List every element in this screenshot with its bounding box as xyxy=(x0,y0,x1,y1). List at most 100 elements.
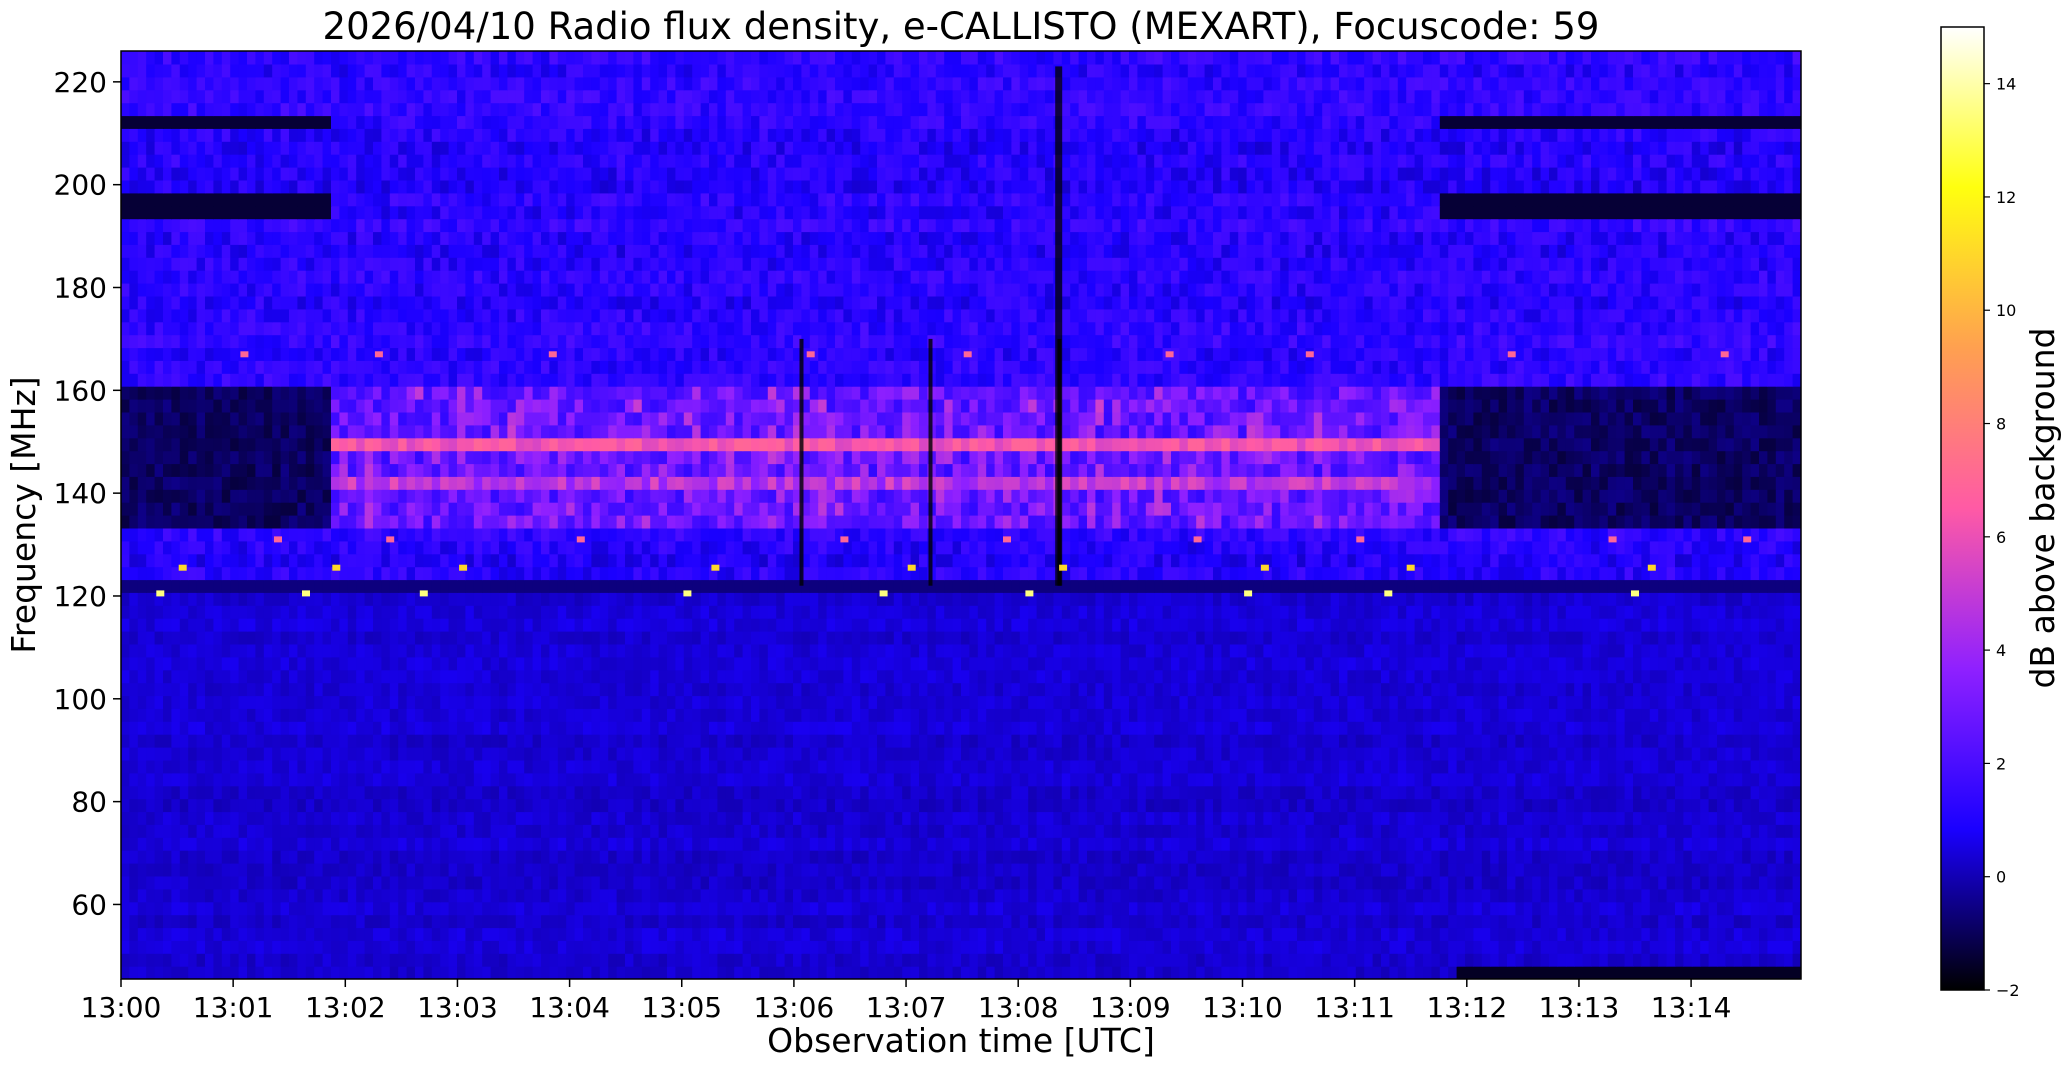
heatmap-cell xyxy=(717,747,727,761)
heatmap-cell xyxy=(171,669,181,684)
heatmap-cell xyxy=(1725,785,1735,800)
heatmap-cell xyxy=(1498,734,1508,748)
heatmap-cell xyxy=(1372,966,1382,979)
heatmap-cell xyxy=(1045,656,1054,671)
heatmap-cell xyxy=(1431,669,1441,684)
heatmap-cell xyxy=(1599,888,1609,903)
heatmap-cell xyxy=(1465,914,1474,929)
heatmap-cell xyxy=(1456,734,1466,748)
heatmap-cell xyxy=(1196,695,1206,709)
heatmap-cell xyxy=(952,863,962,877)
heatmap-cell xyxy=(1297,721,1306,735)
heatmap-cell xyxy=(188,888,198,903)
heatmap-cell xyxy=(549,850,559,864)
heatmap-cell xyxy=(255,940,265,954)
heatmap-cell xyxy=(1767,669,1777,684)
heatmap-cell xyxy=(1171,708,1180,722)
heatmap-cell xyxy=(1313,708,1323,722)
heatmap-cell xyxy=(205,669,214,684)
heatmap-cell xyxy=(188,798,198,813)
heatmap-cell xyxy=(557,953,567,967)
heatmap-cell xyxy=(272,759,282,774)
heatmap-cell xyxy=(364,888,374,903)
heatmap-cell xyxy=(1112,734,1122,748)
heatmap-cell xyxy=(1280,656,1290,671)
heatmap-cell xyxy=(793,695,802,709)
heatmap-cell xyxy=(482,901,492,916)
heatmap-cell xyxy=(1053,837,1063,851)
heatmap-cell xyxy=(1658,966,1668,979)
heatmap-cell xyxy=(297,863,307,877)
heatmap-cell xyxy=(843,772,853,787)
heatmap-cell xyxy=(1246,656,1256,671)
heatmap-cell xyxy=(305,901,315,916)
heatmap-cell xyxy=(700,785,710,800)
heatmap-cell xyxy=(1591,875,1600,890)
heatmap-cell xyxy=(1078,734,1088,748)
heatmap-cell xyxy=(356,888,366,903)
heatmap-cell xyxy=(305,721,315,735)
heatmap-cell xyxy=(507,669,517,684)
heatmap-cell xyxy=(1557,837,1567,851)
heatmap-cell xyxy=(961,682,970,697)
heatmap-cell xyxy=(574,940,584,954)
heatmap-cell xyxy=(255,708,265,722)
heatmap-cell xyxy=(1557,901,1567,916)
heatmap-cell xyxy=(1213,656,1222,671)
heatmap-cell xyxy=(213,875,223,890)
heatmap-cell xyxy=(667,798,676,813)
heatmap-cell xyxy=(1750,888,1760,903)
heatmap-cell xyxy=(1078,837,1088,851)
heatmap-cell xyxy=(507,901,517,916)
heatmap-cell xyxy=(440,682,450,697)
heatmap-cell xyxy=(1171,798,1180,813)
heatmap-cell xyxy=(986,695,996,709)
heatmap-cell xyxy=(1095,875,1105,890)
heatmap-cell xyxy=(1070,695,1080,709)
heatmap-cell xyxy=(1456,875,1466,890)
heatmap-cell xyxy=(1070,759,1080,774)
heatmap-cell xyxy=(373,875,382,890)
heatmap-cell xyxy=(902,953,912,967)
heatmap-cell xyxy=(297,747,307,761)
heatmap-cell xyxy=(297,824,307,838)
heatmap-cell xyxy=(759,669,769,684)
heatmap-cell xyxy=(196,888,206,903)
heatmap-cell xyxy=(255,953,265,967)
heatmap-cell xyxy=(129,966,139,979)
heatmap-cell xyxy=(1087,824,1096,838)
heatmap-cell xyxy=(1137,888,1147,903)
heatmap-cell xyxy=(1658,682,1668,697)
heatmap-cell xyxy=(1591,721,1600,735)
heatmap-cell xyxy=(667,888,676,903)
heatmap-cell xyxy=(658,682,668,697)
heatmap-cell xyxy=(709,811,718,825)
heatmap-cell xyxy=(1112,759,1122,774)
heatmap-cell xyxy=(709,682,718,697)
heatmap-cell xyxy=(868,837,878,851)
heatmap-cell xyxy=(364,850,374,864)
heatmap-cell xyxy=(1507,734,1516,748)
heatmap-cell xyxy=(1381,708,1390,722)
heatmap-cell xyxy=(398,901,408,916)
heatmap-cell xyxy=(860,875,870,890)
heatmap-cell xyxy=(826,863,836,877)
heatmap-cell xyxy=(910,966,920,979)
heatmap-cell xyxy=(1717,953,1726,967)
heatmap-cell xyxy=(1162,708,1172,722)
heatmap-cell xyxy=(465,734,475,748)
heatmap-cell xyxy=(515,914,525,929)
heatmap-cell xyxy=(1431,785,1441,800)
heatmap-cell xyxy=(331,785,340,800)
heatmap-cell xyxy=(1171,734,1180,748)
heatmap-cell xyxy=(1658,721,1668,735)
heatmap-cell xyxy=(1633,747,1642,761)
heatmap-cell xyxy=(473,721,483,735)
heatmap-cell xyxy=(1288,888,1298,903)
heatmap-cell xyxy=(868,708,878,722)
heatmap-cell xyxy=(1103,772,1113,787)
heatmap-cell xyxy=(675,953,685,967)
heatmap-cell xyxy=(683,682,693,697)
heatmap-cell xyxy=(1683,824,1693,838)
heatmap-cell xyxy=(163,772,172,787)
